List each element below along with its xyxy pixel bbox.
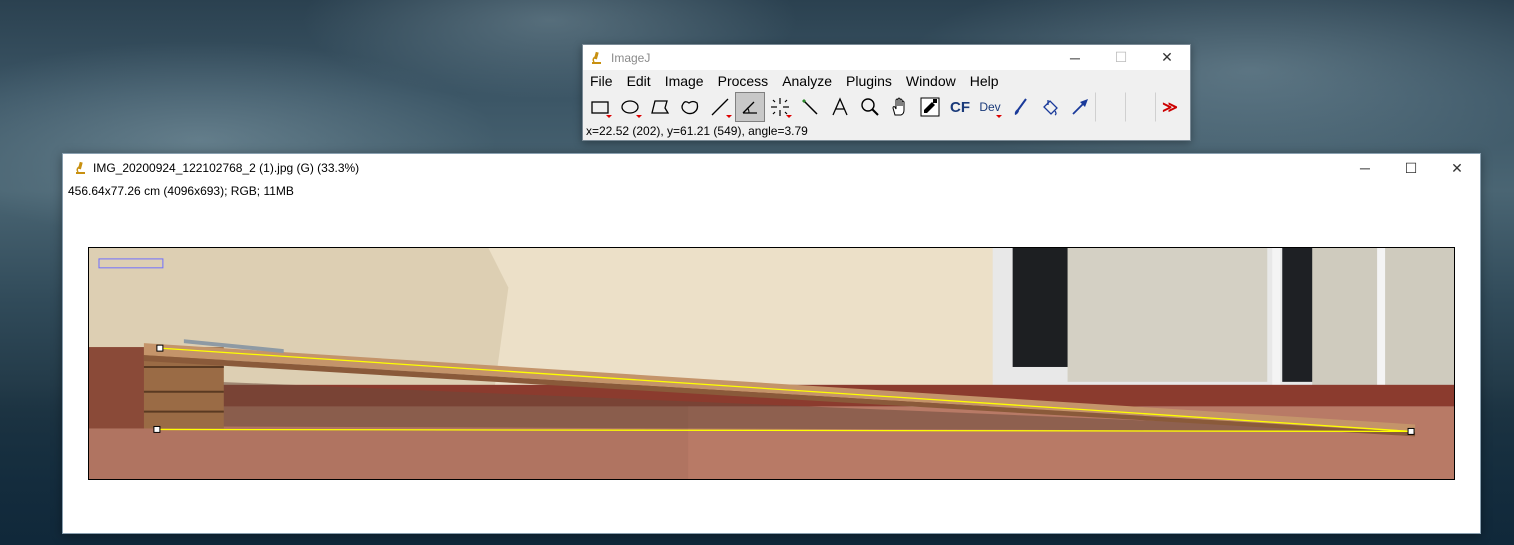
dropper-tool-icon — [920, 97, 940, 117]
maximize-button[interactable]: ☐ — [1388, 154, 1434, 182]
menu-window[interactable]: Window — [899, 70, 963, 92]
dev-tool-label: Dev — [979, 100, 1001, 114]
angle-handle — [156, 344, 164, 352]
text-tool-icon — [832, 97, 848, 116]
angle-handle — [153, 425, 161, 433]
curtain — [1067, 248, 1268, 382]
rectangle-tool[interactable] — [585, 92, 615, 122]
wand-tool[interactable] — [795, 92, 825, 122]
arrow-tool-icon — [1072, 99, 1088, 115]
angle-tool[interactable] — [735, 92, 765, 122]
maximize-button[interactable]: ☐ — [1098, 45, 1144, 70]
polygon-tool-icon — [651, 100, 670, 114]
freehand-tool[interactable] — [675, 92, 705, 122]
dev-tool[interactable]: Dev — [975, 92, 1005, 122]
empty-tool-slot[interactable] — [1095, 92, 1125, 122]
freehand-tool-icon — [681, 100, 699, 115]
minimize-icon: ─ — [1360, 160, 1370, 176]
empty-tool-slot[interactable] — [1125, 92, 1155, 122]
status-bar: x=22.52 (202), y=61.21 (549), angle=3.79 — [586, 124, 808, 138]
magnifier-tool[interactable] — [855, 92, 885, 122]
menu-plugins[interactable]: Plugins — [839, 70, 899, 92]
oval-tool[interactable] — [615, 92, 645, 122]
microscope-icon — [76, 161, 85, 174]
text-tool[interactable] — [825, 92, 855, 122]
close-icon: ✕ — [1161, 49, 1173, 65]
menu-help[interactable]: Help — [963, 70, 1006, 92]
cf-tool[interactable]: CF — [945, 92, 975, 122]
flood-fill-tool[interactable] — [1035, 92, 1065, 122]
imagej-titlebar[interactable]: ImageJ ─ ☐ ✕ — [583, 45, 1190, 70]
dropper-tool[interactable] — [915, 92, 945, 122]
menu-bar: File Edit Image Process Analyze Plugins … — [583, 70, 1190, 92]
image-window: IMG_20200924_122102768_2 (1).jpg (G) (33… — [62, 153, 1481, 534]
image-info: 456.64x77.26 cm (4096x693); RGB; 11MB — [68, 184, 294, 198]
minimize-button[interactable]: ─ — [1052, 45, 1098, 70]
more-tools[interactable]: ≫ — [1155, 92, 1185, 122]
brush-tool[interactable] — [1005, 92, 1035, 122]
point-tool[interactable] — [765, 92, 795, 122]
magnifier-tool-icon — [861, 98, 879, 116]
line-tool[interactable] — [705, 92, 735, 122]
image-titlebar[interactable]: IMG_20200924_122102768_2 (1).jpg (G) (33… — [63, 154, 1480, 182]
close-button[interactable]: ✕ — [1144, 45, 1190, 70]
minimize-icon: ─ — [1070, 49, 1080, 66]
close-button[interactable]: ✕ — [1434, 154, 1480, 182]
brush-tool-icon — [1014, 98, 1027, 115]
menu-analyze[interactable]: Analyze — [775, 70, 839, 92]
menu-file[interactable]: File — [583, 70, 620, 92]
maximize-icon: ☐ — [1114, 49, 1128, 65]
menu-image[interactable]: Image — [658, 70, 711, 92]
tool-bar: CF Dev ≫ — [585, 92, 1188, 122]
photo — [89, 248, 1454, 479]
polygon-tool[interactable] — [645, 92, 675, 122]
image-canvas[interactable] — [88, 247, 1455, 480]
image-title: IMG_20200924_122102768_2 (1).jpg (G) (33… — [93, 161, 360, 175]
hand-tool-icon — [892, 97, 905, 116]
flood-fill-tool-icon — [1043, 100, 1058, 116]
maximize-icon: ☐ — [1404, 159, 1418, 176]
minimize-button[interactable]: ─ — [1342, 154, 1388, 182]
more-tools-icon: ≫ — [1162, 99, 1178, 116]
angle-tool-icon — [742, 101, 757, 114]
arrow-tool[interactable] — [1065, 92, 1095, 122]
menu-process[interactable]: Process — [711, 70, 776, 92]
close-icon: ✕ — [1451, 159, 1463, 176]
hand-tool[interactable] — [885, 92, 915, 122]
imagej-toolbar-window: ImageJ ─ ☐ ✕ File Edit Image Process Ana… — [582, 44, 1191, 141]
angle-handle — [1407, 427, 1415, 435]
microscope-icon — [592, 51, 601, 64]
imagej-title: ImageJ — [611, 50, 651, 65]
cf-tool-label: CF — [950, 98, 970, 116]
wand-tool-icon — [802, 99, 818, 115]
menu-edit[interactable]: Edit — [620, 70, 658, 92]
